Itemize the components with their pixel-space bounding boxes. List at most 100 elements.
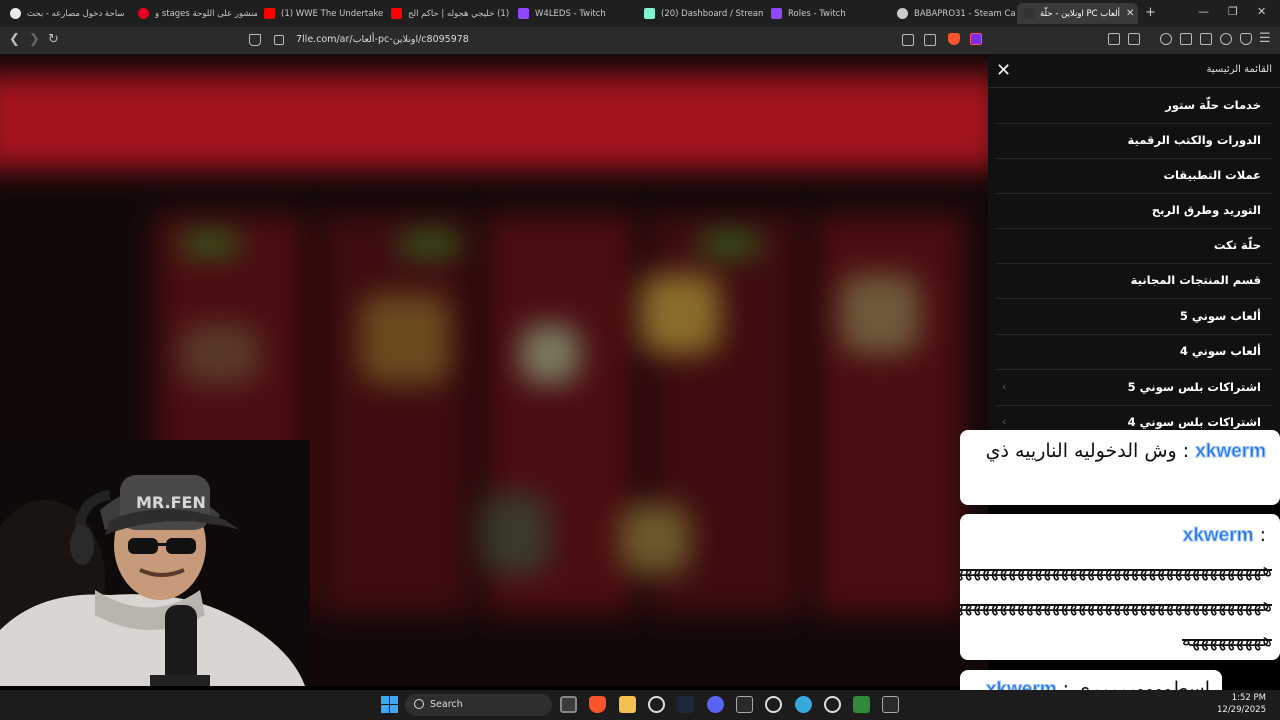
back-icon[interactable]: ❮ — [9, 32, 20, 47]
screenshot-icon[interactable] — [1128, 33, 1140, 45]
browser-toolbar: ❮ ❯ ↻ 7lle.com/ar/ألعاب-pc-اونلاين/c8095… — [0, 27, 1280, 54]
discord-icon[interactable] — [707, 696, 724, 713]
close-menu-icon[interactable]: ✕ — [996, 60, 1011, 81]
twitch-icon — [518, 8, 529, 19]
tab-title: منشور على اللوحة stages و — [155, 8, 257, 19]
hero-banner — [0, 74, 988, 169]
close-window-icon[interactable]: ✕ — [1257, 5, 1266, 18]
menu-header: القائمة الرئيسية ✕ — [988, 54, 1280, 88]
chat-separator: : — [1176, 440, 1196, 462]
chat-username[interactable]: xkwerm — [1195, 441, 1267, 463]
tab-youtube-undertaker[interactable]: (1) WWE The Undertaker T — [258, 3, 383, 24]
pinterest-icon — [138, 8, 149, 19]
wallet-icon[interactable] — [1200, 33, 1212, 45]
address-bar[interactable]: 7lle.com/ar/ألعاب-pc-اونلاين/c8095978 — [246, 30, 992, 51]
brave-browser-icon[interactable] — [589, 696, 606, 713]
telegram-icon[interactable] — [795, 696, 812, 713]
menu-item-ps4-games[interactable]: ألعاب سوني 4 — [996, 335, 1272, 370]
tab-title: (20) Dashboard / Streamla — [661, 8, 763, 19]
tab-title: BABAPRO31 - Steam Calcu — [914, 8, 1015, 19]
card-image — [620, 504, 690, 574]
tab-title: (1) WWE The Undertaker T — [281, 8, 383, 19]
music-icon[interactable] — [1160, 33, 1172, 45]
clock-date: 12/29/2025 — [1217, 705, 1266, 715]
menu-item-label: الدورات والكتب الرقمية — [1127, 133, 1261, 147]
streamer-webcam: MR.FEN — [0, 440, 310, 686]
steam-icon[interactable] — [677, 696, 694, 713]
tab-title: ألعاب PC اونلاين - حلّة — [1040, 8, 1120, 19]
menu-item-app-currencies[interactable]: عملات التطبيقات — [996, 159, 1272, 194]
windows-start-icon[interactable] — [381, 696, 398, 713]
menu-item-label: ألعاب سوني 4 — [1179, 344, 1261, 358]
epic-games-icon[interactable] — [736, 696, 753, 713]
browser-tab-bar: ساحة دخول مصارعه - بحث منشور على اللوحة … — [0, 0, 1280, 27]
tab-pinterest[interactable]: منشور على اللوحة stages و — [132, 3, 257, 24]
leo-ai-icon[interactable] — [1220, 33, 1232, 45]
site-info-icon[interactable] — [274, 35, 284, 45]
taskbar-clock[interactable]: 1:52 PM 12/29/2025 — [1217, 692, 1266, 716]
menu-item-supply-profit[interactable]: التوريد وطرق الربح — [996, 194, 1272, 229]
tab-twitch-w4leds[interactable]: W4LEDS - Twitch — [512, 3, 637, 24]
minimize-icon[interactable]: — — [1198, 5, 1209, 18]
menu-title: القائمة الرئيسية — [1206, 64, 1272, 75]
streamlabs-icon — [644, 8, 655, 19]
menu-item-free-products[interactable]: قسم المنتجات المجانية — [996, 264, 1272, 299]
chat-username[interactable]: xkwerm — [1182, 525, 1254, 547]
webcam-overlay: MR.FEN — [0, 440, 310, 686]
brave-rewards-icon[interactable] — [970, 33, 982, 45]
chat-text-line: هههههههههه — [1182, 629, 1272, 651]
tab-google-search[interactable]: ساحة دخول مصارعه - بحث — [4, 3, 130, 24]
card-badge — [700, 234, 760, 254]
card-badge — [180, 234, 240, 254]
card-image — [480, 494, 550, 574]
share-icon[interactable] — [924, 34, 936, 46]
side-navigation-menu: القائمة الرئيسية ✕ خدمات حلّة ستور الدور… — [988, 54, 1280, 434]
youtube-icon — [264, 8, 275, 19]
translate-icon[interactable] — [902, 34, 914, 46]
windows-taskbar: Search 1:52 PM 12/29/2025 — [0, 690, 1280, 720]
chat-message: xkwerm : وش الدخوليه النارييه ذي — [960, 430, 1280, 505]
menu-item-ps5-plus[interactable]: اشتراكات بلس سوني 5 ‹ — [996, 371, 1272, 406]
maximize-icon[interactable]: ❐ — [1228, 5, 1238, 18]
chevron-left-icon[interactable]: ‹ — [1002, 380, 1006, 393]
tab-streamlabs[interactable]: (20) Dashboard / Streamla — [638, 3, 763, 24]
url-text[interactable]: 7lle.com/ar/ألعاب-pc-اونلاين/c8095978 — [296, 34, 469, 45]
tab-steam-calculator[interactable]: BABAPRO31 - Steam Calcu — [891, 3, 1015, 24]
card-badge — [400, 234, 460, 254]
brave-shields-icon[interactable] — [948, 33, 960, 45]
vpn-icon[interactable] — [1240, 33, 1252, 45]
bookmark-icon[interactable] — [249, 34, 261, 46]
settings-icon[interactable] — [648, 696, 665, 713]
taskbar-search-box[interactable]: Search — [405, 694, 552, 716]
search-icon — [414, 699, 424, 709]
chat-text: وش الدخوليه النارييه ذي — [985, 440, 1177, 462]
chevron-left-icon[interactable]: ‹ — [1002, 415, 1006, 428]
menu-item-hilla-ticket[interactable]: حلّة تكت — [996, 229, 1272, 264]
screen: ساحة دخول مصارعه - بحث منشور على اللوحة … — [0, 0, 1280, 720]
clock-time: 1:52 PM — [1231, 693, 1266, 703]
extensions-icon[interactable] — [1108, 33, 1120, 45]
tab-7lle-active[interactable]: ألعاب PC اونلاين - حلّة ✕ — [1017, 3, 1138, 24]
menu-item-store-services[interactable]: خدمات حلّة ستور — [996, 89, 1272, 124]
twitch-icon — [771, 8, 782, 19]
forward-icon[interactable]: ❯ — [29, 32, 40, 47]
menu-item-courses-books[interactable]: الدورات والكتب الرقمية — [996, 124, 1272, 159]
sidebar-icon[interactable] — [1180, 33, 1192, 45]
google-icon — [10, 8, 21, 19]
new-tab-button[interactable]: + — [1145, 5, 1156, 20]
menu-icon[interactable]: ☰ — [1259, 31, 1271, 46]
tab-twitch-roles[interactable]: Roles - Twitch — [765, 3, 890, 24]
obs-secondary-icon[interactable] — [824, 696, 841, 713]
tab-youtube-khaleeji[interactable]: (1) خليجي هجوله | حاكم الح — [385, 3, 510, 24]
menu-item-label: اشتراكات بلس سوني 4 — [1127, 415, 1261, 429]
file-explorer-icon[interactable] — [619, 696, 636, 713]
app-icon[interactable] — [853, 696, 870, 713]
epic-games-secondary-icon[interactable] — [882, 696, 899, 713]
tab-title: ساحة دخول مصارعه - بحث — [27, 8, 125, 19]
obs-icon[interactable] — [765, 696, 782, 713]
reload-icon[interactable]: ↻ — [48, 32, 59, 47]
card-image — [640, 274, 720, 354]
store-icon[interactable] — [560, 696, 577, 713]
close-tab-icon[interactable]: ✕ — [1126, 8, 1134, 19]
menu-item-ps5-games[interactable]: ألعاب سوني 5 — [996, 300, 1272, 335]
